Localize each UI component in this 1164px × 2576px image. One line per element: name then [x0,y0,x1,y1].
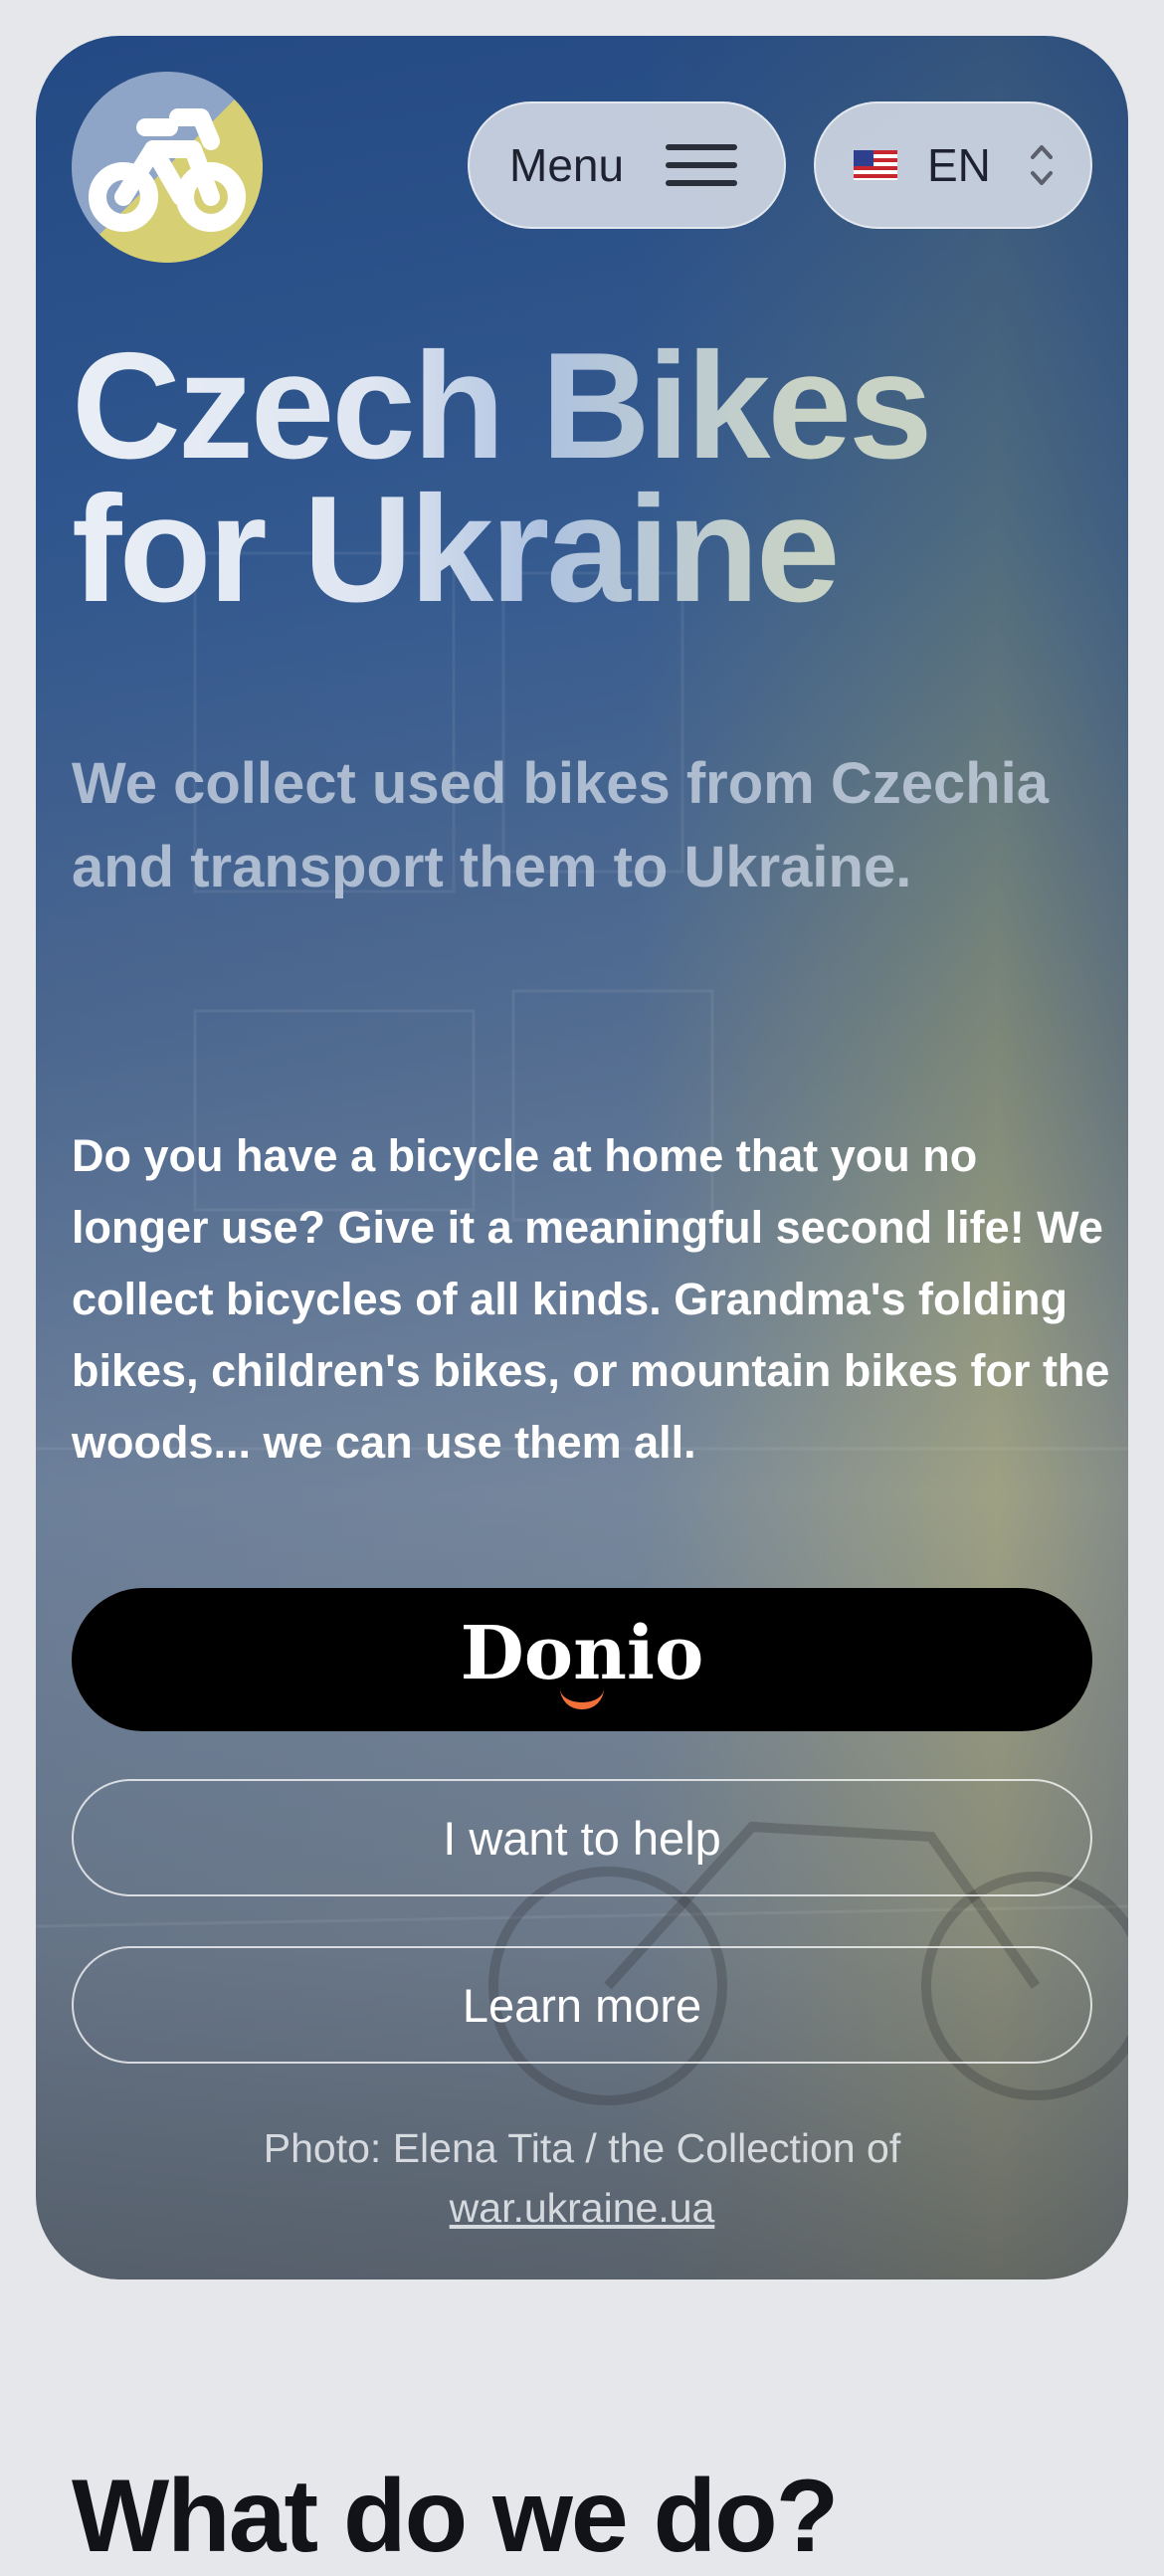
hero-section: Menu EN Czech Bikes for Ukraine We colle… [36,36,1128,2279]
hero-description: Do you have a bicycle at home that you n… [72,1130,1110,1468]
up-down-chevron-icon [1030,145,1053,185]
language-select[interactable]: EN [814,101,1092,229]
want-to-help-label: I want to help [443,1811,721,1865]
photo-credit: Photo: Elena Tita / the Collection of wa… [36,2118,1128,2238]
page-title: Czech Bikes for Ukraine [72,334,930,621]
learn-more-label: Learn more [462,1978,702,2032]
menu-label: Menu [509,139,625,191]
hero-subtitle: We collect used bikes from Czechia and t… [72,751,1050,899]
photo-credit-text: Photo: Elena Tita / the Collection of [263,2125,901,2171]
title-line-2: for Ukraine [72,465,838,634]
us-flag-icon [854,150,897,180]
hamburger-icon [666,144,738,186]
section-heading: What do we do? [72,2459,839,2574]
learn-more-button[interactable]: Learn more [72,1946,1092,2064]
bicycle-logo-icon [89,108,246,232]
donio-smile-icon [560,1688,604,1709]
site-logo[interactable] [72,72,263,263]
donio-label: Donio [460,1610,704,1696]
want-to-help-button[interactable]: I want to help [72,1779,1092,1896]
menu-button[interactable]: Menu [468,101,786,229]
donio-donate-button[interactable]: Donio [72,1588,1092,1731]
photo-credit-link[interactable]: war.ukraine.ua [450,2185,715,2231]
language-value: EN [927,139,991,191]
